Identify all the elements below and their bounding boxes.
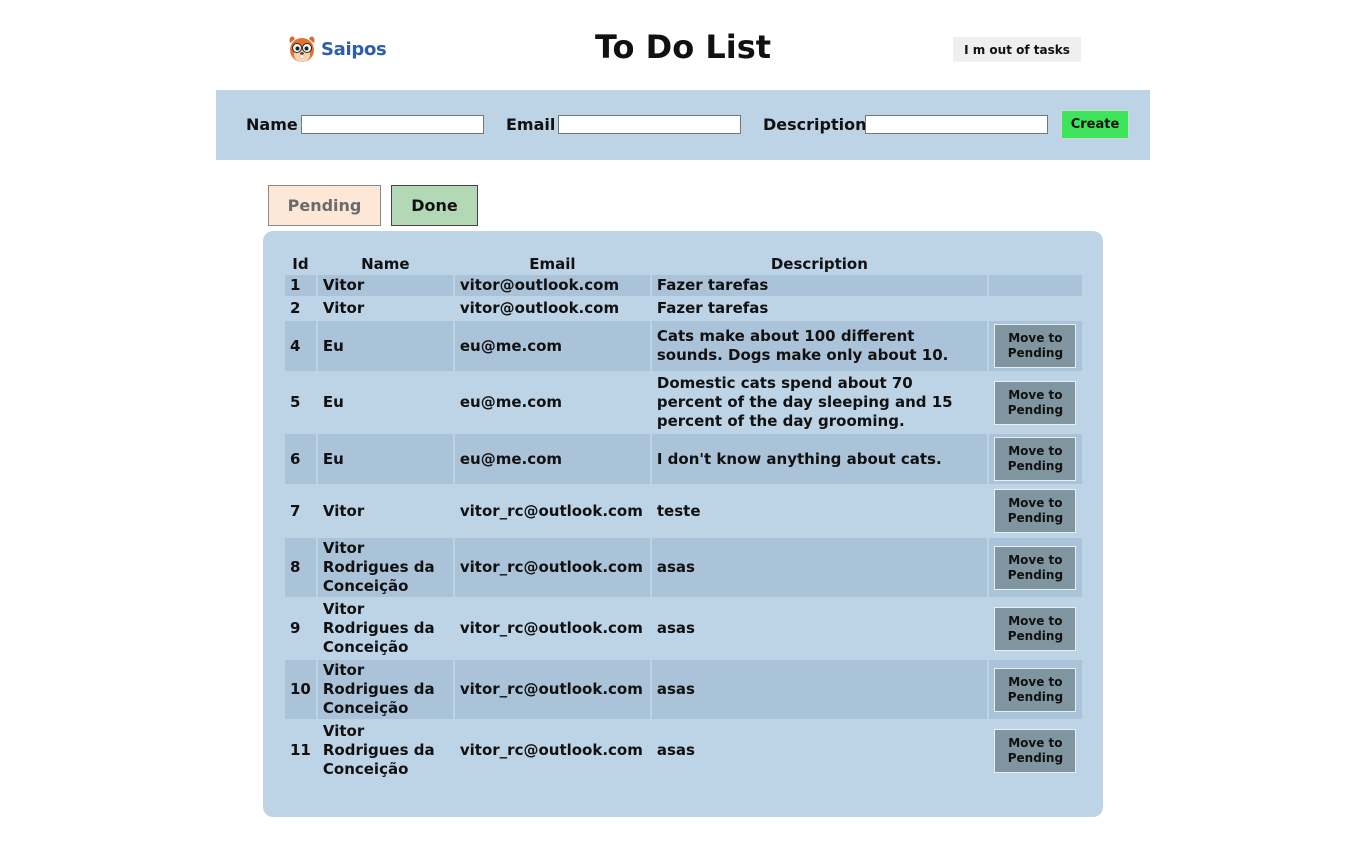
table-header-row: Id Name Email Description <box>285 253 1082 273</box>
name-input[interactable] <box>301 115 484 134</box>
cell-id: 5 <box>285 373 316 432</box>
cell-email: vitor_rc@outlook.com <box>454 721 650 780</box>
cell-id: 6 <box>285 434 316 484</box>
move-to-pending-button[interactable]: Move to Pending <box>994 380 1077 425</box>
cell-name: Eu <box>317 321 453 371</box>
cell-action: Move to Pending <box>988 721 1082 780</box>
email-input[interactable] <box>558 115 741 134</box>
cell-email: vitor@outlook.com <box>454 298 650 319</box>
cell-action: Move to Pending <box>988 660 1082 719</box>
cell-description: asas <box>651 660 987 719</box>
cell-name: Vitor <box>317 275 453 296</box>
move-to-pending-button[interactable]: Move to Pending <box>994 667 1077 712</box>
tab-pending[interactable]: Pending <box>268 185 381 226</box>
table-row: 7 Vitor vitor_rc@outlook.com teste Move to P… <box>285 486 1082 536</box>
tasks-panel: Id Name Email Description 1 Vitor vitor@ou… <box>263 231 1103 817</box>
cell-id: 4 <box>285 321 316 371</box>
description-input[interactable] <box>865 115 1048 134</box>
cell-name: Vitor Rodrigues da Conceição <box>317 660 453 719</box>
create-task-form: Name Email Description Create <box>216 90 1150 160</box>
column-header-email: Email <box>529 255 576 273</box>
table-row: 6 Eu eu@me.com I don't know anything about … <box>285 434 1082 484</box>
cell-action: Move to Pending <box>988 486 1082 536</box>
cell-email: eu@me.com <box>454 373 650 432</box>
out-of-tasks-button[interactable]: I m out of tasks <box>953 37 1081 62</box>
cell-email: eu@me.com <box>454 321 650 371</box>
cell-action: Move to Pending <box>988 434 1082 484</box>
cell-name: Eu <box>317 373 453 432</box>
column-header-id: Id <box>292 255 309 273</box>
cell-description: asas <box>651 599 987 658</box>
table-row: 1 Vitor vitor@outlook.com Fazer tarefas <box>285 275 1082 296</box>
name-label: Name <box>246 115 298 134</box>
cell-description: asas <box>651 721 987 780</box>
cell-description: asas <box>651 538 987 597</box>
cell-name: Eu <box>317 434 453 484</box>
cell-email: vitor@outlook.com <box>454 275 650 296</box>
cell-action <box>988 275 1082 296</box>
cell-id: 11 <box>285 721 316 780</box>
cell-email: vitor_rc@outlook.com <box>454 538 650 597</box>
table-row: 4 Eu eu@me.com Cats make about 100 differen… <box>285 321 1082 371</box>
table-row: 2 Vitor vitor@outlook.com Fazer tarefas <box>285 298 1082 319</box>
cell-email: vitor_rc@outlook.com <box>454 660 650 719</box>
table-row: 5 Eu eu@me.com Domestic cats spend about 70… <box>285 373 1082 432</box>
table-row: 11 Vitor Rodrigues da Conceição vitor_rc@o… <box>285 721 1082 780</box>
move-to-pending-button[interactable]: Move to Pending <box>994 324 1077 368</box>
cell-action: Move to Pending <box>988 599 1082 658</box>
cell-description: Cats make about 100 different sounds. Do… <box>651 321 987 371</box>
cell-description: Fazer tarefas <box>651 298 987 319</box>
task-rows: 1 Vitor vitor@outlook.com Fazer tarefas 2 Vit… <box>285 275 1082 780</box>
cell-id: 10 <box>285 660 316 719</box>
move-to-pending-button[interactable]: Move to Pending <box>994 437 1077 481</box>
cell-action: Move to Pending <box>988 373 1082 432</box>
cell-name: Vitor <box>317 486 453 536</box>
cell-id: 8 <box>285 538 316 597</box>
cell-email: vitor_rc@outlook.com <box>454 486 650 536</box>
cell-description: Domestic cats spend about 70 percent of … <box>651 373 987 432</box>
tab-done[interactable]: Done <box>391 185 478 226</box>
cell-name: Vitor <box>317 298 453 319</box>
cell-id: 9 <box>285 599 316 658</box>
cell-description: I don't know anything about cats. <box>651 434 987 484</box>
table-row: 10 Vitor Rodrigues da Conceição vitor_rc@o… <box>285 660 1082 719</box>
email-label: Email <box>506 115 556 134</box>
cell-action: Move to Pending <box>988 538 1082 597</box>
cell-id: 1 <box>285 275 316 296</box>
cell-email: vitor_rc@outlook.com <box>454 599 650 658</box>
create-button[interactable]: Create <box>1061 110 1129 139</box>
cell-name: Vitor Rodrigues da Conceição <box>317 599 453 658</box>
cell-name: Vitor Rodrigues da Conceição <box>317 538 453 597</box>
column-header-description: Description <box>770 255 868 273</box>
move-to-pending-button[interactable]: Move to Pending <box>994 489 1077 533</box>
description-label: Description <box>763 115 867 134</box>
cell-id: 7 <box>285 486 316 536</box>
move-to-pending-button[interactable]: Move to Pending <box>994 606 1077 651</box>
tasks-table: Id Name Email Description 1 Vitor vitor@ou… <box>283 251 1084 782</box>
table-row: 9 Vitor Rodrigues da Conceição vitor_rc@ou… <box>285 599 1082 658</box>
cell-email: eu@me.com <box>454 434 650 484</box>
cell-description: teste <box>651 486 987 536</box>
header: Saipos To Do List I m out of tasks <box>0 0 1366 90</box>
move-to-pending-button[interactable]: Move to Pending <box>994 728 1077 773</box>
column-header-name: Name <box>361 255 410 273</box>
cell-action: Move to Pending <box>988 321 1082 371</box>
cell-action <box>988 298 1082 319</box>
cell-name: Vitor Rodrigues da Conceição <box>317 721 453 780</box>
table-row: 8 Vitor Rodrigues da Conceição vitor_rc@ou… <box>285 538 1082 597</box>
cell-description: Fazer tarefas <box>651 275 987 296</box>
page-title: To Do List <box>594 28 772 66</box>
move-to-pending-button[interactable]: Move to Pending <box>994 545 1077 590</box>
column-header-action <box>989 253 1082 273</box>
cell-id: 2 <box>285 298 316 319</box>
